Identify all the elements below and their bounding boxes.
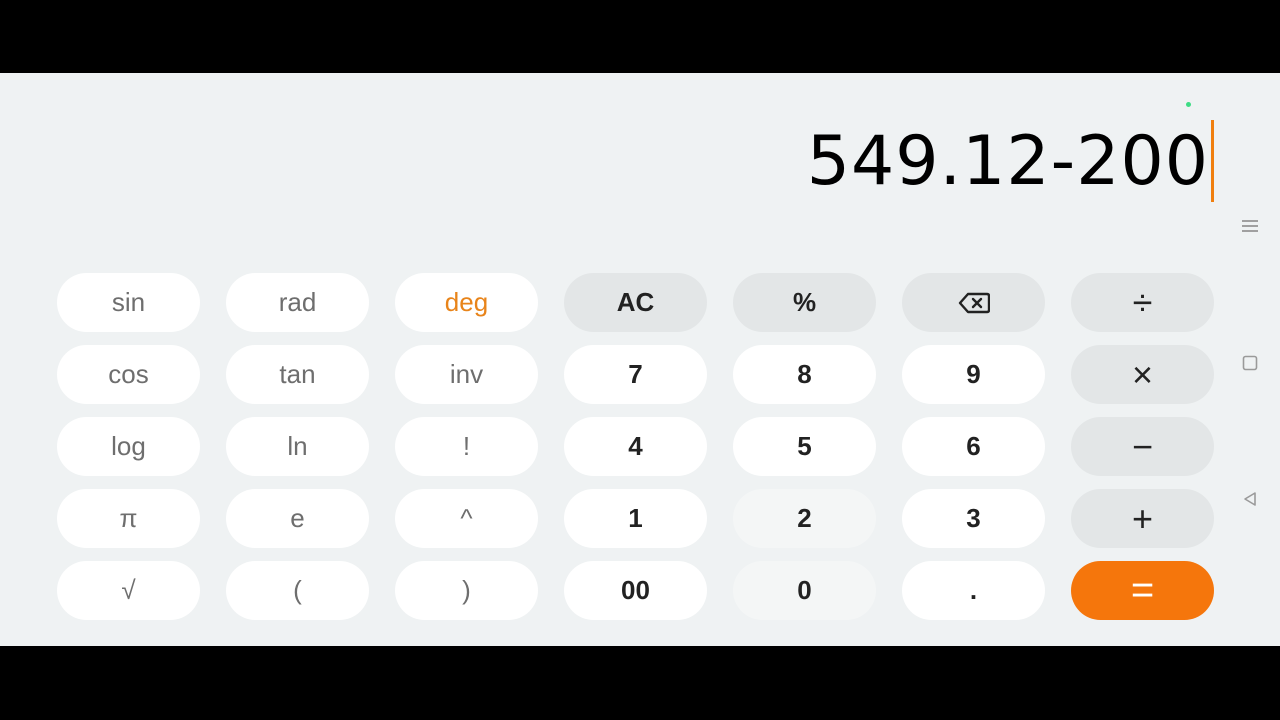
digit-0-button[interactable]: 0	[733, 561, 876, 620]
digit-6-button[interactable]: 6	[902, 417, 1045, 476]
sin-button[interactable]: sin	[57, 273, 200, 332]
menu-icon[interactable]	[1240, 216, 1260, 236]
digit-9-button[interactable]: 9	[902, 345, 1045, 404]
digit-3-button[interactable]: 3	[902, 489, 1045, 548]
add-button[interactable]: +	[1071, 489, 1214, 548]
digit-4-button[interactable]: 4	[564, 417, 707, 476]
log-button[interactable]: log	[57, 417, 200, 476]
letterbox-top	[0, 0, 1280, 73]
equals-button[interactable]: =	[1071, 561, 1214, 620]
square-icon[interactable]	[1240, 353, 1260, 373]
close-paren-button[interactable]: )	[395, 561, 538, 620]
text-cursor	[1211, 120, 1214, 202]
status-indicator-dot	[1186, 102, 1191, 107]
double-zero-button[interactable]: 00	[564, 561, 707, 620]
digit-2-button[interactable]: 2	[733, 489, 876, 548]
tan-button[interactable]: tan	[226, 345, 369, 404]
multiply-button[interactable]: ×	[1071, 345, 1214, 404]
cos-button[interactable]: cos	[57, 345, 200, 404]
decimal-point-button[interactable]: .	[902, 561, 1045, 620]
digit-7-button[interactable]: 7	[564, 345, 707, 404]
digit-1-button[interactable]: 1	[564, 489, 707, 548]
factorial-button[interactable]: !	[395, 417, 538, 476]
keypad: sin rad deg AC % ÷ cos tan inv 7 8 9 × l…	[57, 273, 1214, 620]
expression-display[interactable]: 549.12-200	[807, 120, 1214, 202]
backspace-button[interactable]	[902, 273, 1045, 332]
backspace-icon	[958, 292, 990, 313]
ln-button[interactable]: ln	[226, 417, 369, 476]
divide-button[interactable]: ÷	[1071, 273, 1214, 332]
power-button[interactable]: ^	[395, 489, 538, 548]
deg-button[interactable]: deg	[395, 273, 538, 332]
sqrt-button[interactable]: √	[57, 561, 200, 620]
digit-5-button[interactable]: 5	[733, 417, 876, 476]
letterbox-bottom	[0, 646, 1280, 720]
all-clear-button[interactable]: AC	[564, 273, 707, 332]
triangle-back-icon[interactable]	[1240, 489, 1260, 509]
open-paren-button[interactable]: (	[226, 561, 369, 620]
euler-button[interactable]: e	[226, 489, 369, 548]
percent-button[interactable]: %	[733, 273, 876, 332]
rad-button[interactable]: rad	[226, 273, 369, 332]
expression-text: 549.12-200	[806, 121, 1209, 201]
inv-button[interactable]: inv	[395, 345, 538, 404]
digit-8-button[interactable]: 8	[733, 345, 876, 404]
pi-button[interactable]: π	[57, 489, 200, 548]
subtract-button[interactable]: −	[1071, 417, 1214, 476]
